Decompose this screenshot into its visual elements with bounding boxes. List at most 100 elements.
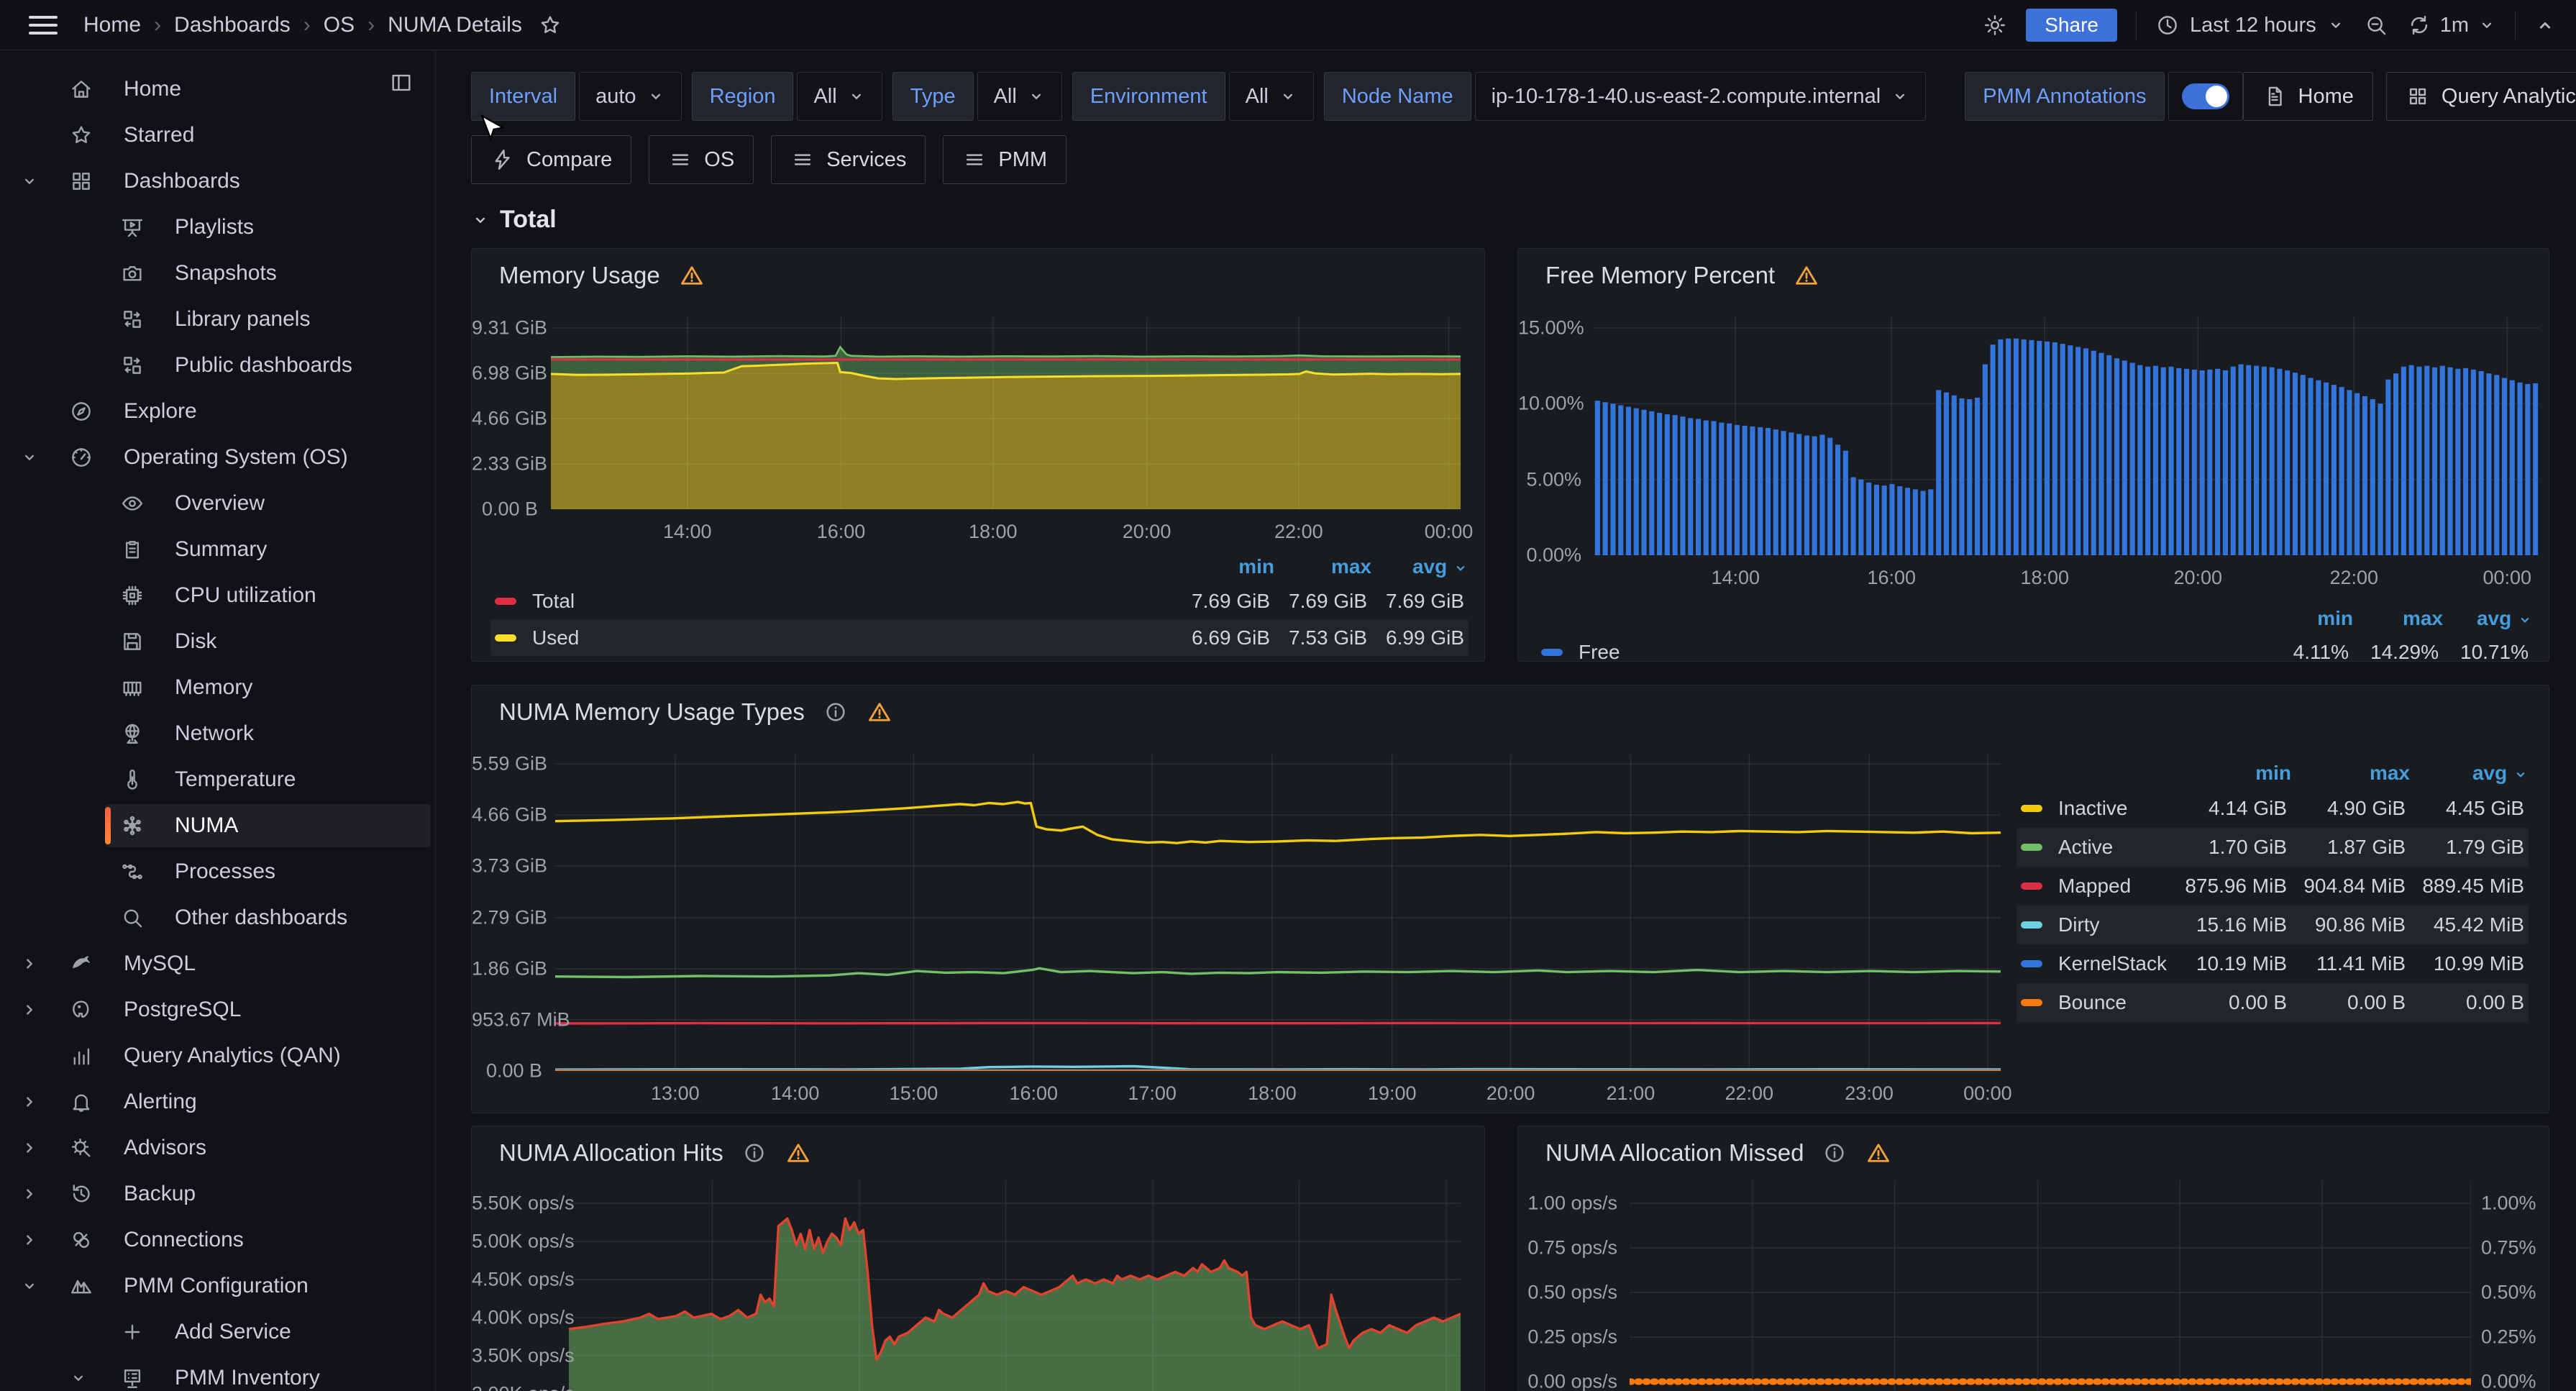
panel-title-memory-usage[interactable]: Memory Usage	[499, 262, 660, 289]
info-icon[interactable]	[823, 700, 848, 724]
filter-label[interactable]: Type	[892, 72, 974, 121]
sidebar-item-home[interactable]: Home	[0, 66, 435, 112]
breadcrumb-item[interactable]: NUMA Details	[388, 13, 522, 37]
chevron-down-icon[interactable]	[20, 172, 39, 191]
legend-sort-avg[interactable]: avg	[1371, 555, 1469, 578]
panel-title-allocation-hits[interactable]: NUMA Allocation Hits	[499, 1139, 723, 1167]
chart-plot-area[interactable]	[551, 317, 1461, 509]
chevron-right-icon[interactable]	[20, 1231, 39, 1249]
legend-series-label[interactable]: Used	[532, 626, 579, 649]
sidebar-item-postgresql[interactable]: PostgreSQL	[0, 987, 435, 1033]
legend-series-label[interactable]: Total	[532, 590, 575, 613]
legend-series-label[interactable]: KernelStack	[2058, 952, 2167, 975]
legend-series-label[interactable]: Free	[1579, 641, 1620, 664]
sidebar-item-numa[interactable]: NUMA	[0, 803, 435, 849]
sidebar-item-summary[interactable]: Summary	[0, 526, 435, 573]
filter-label[interactable]: Node Name	[1324, 72, 1471, 121]
sidebar-item-snapshots[interactable]: Snapshots	[0, 250, 435, 296]
sidebar-item-public-dashboards[interactable]: Public dashboards	[0, 342, 435, 388]
breadcrumb-item[interactable]: OS	[324, 13, 355, 37]
section-total-header[interactable]: Total	[471, 206, 557, 234]
chevron-right-icon[interactable]	[20, 1093, 39, 1111]
time-range-picker[interactable]: Last 12 hours	[2155, 13, 2345, 37]
sidebar-item-query-analytics-qan[interactable]: Query Analytics (QAN)	[0, 1033, 435, 1079]
legend-sort-avg[interactable]: avg	[2410, 762, 2529, 785]
filter-label[interactable]: Interval	[471, 72, 575, 121]
sidebar-item-starred[interactable]: Starred	[0, 112, 435, 158]
sidebar-item-processes[interactable]: Processes	[0, 849, 435, 895]
legend-series-label[interactable]: Mapped	[2058, 875, 2131, 898]
chevron-right-icon[interactable]	[20, 954, 39, 973]
pmm-annotations-toggle[interactable]	[2168, 72, 2243, 121]
sidebar-item-cpu-utilization[interactable]: CPU utilization	[0, 573, 435, 619]
chevron-right-icon[interactable]	[20, 1139, 39, 1157]
warning-icon[interactable]	[679, 263, 705, 288]
legend-sort-max[interactable]: max	[2353, 607, 2443, 630]
chart-plot-area[interactable]	[555, 754, 2001, 1071]
menu-icon[interactable]	[29, 11, 58, 40]
filter-value-dropdown[interactable]: All	[1229, 72, 1314, 121]
info-icon[interactable]	[742, 1141, 767, 1165]
filter-value-dropdown[interactable]: All	[797, 72, 882, 121]
sidebar-item-backup[interactable]: Backup	[0, 1171, 435, 1217]
sidebar-item-pmm-configuration[interactable]: PMM Configuration	[0, 1263, 435, 1309]
share-button[interactable]: Share	[2026, 9, 2117, 42]
filter-value-dropdown[interactable]: ip-10-178-1-40.us-east-2.compute.interna…	[1475, 72, 1927, 121]
sidebar-item-operating-system-os[interactable]: Operating System (OS)	[0, 434, 435, 480]
home-button[interactable]: Home	[2243, 72, 2373, 121]
chart-plot-area[interactable]	[1630, 1180, 2471, 1389]
sidebar-item-alerting[interactable]: Alerting	[0, 1079, 435, 1125]
toggle-switch-on[interactable]	[2182, 83, 2229, 109]
warning-icon[interactable]	[785, 1140, 811, 1166]
legend-sort-max[interactable]: max	[2291, 762, 2410, 785]
dashboard-settings-gear-icon[interactable]	[1983, 13, 2007, 37]
link-button-compare[interactable]: Compare	[471, 135, 631, 184]
zoom-out-icon[interactable]	[2364, 13, 2388, 37]
legend-sort-max[interactable]: max	[1274, 555, 1371, 578]
chevron-down-icon[interactable]	[20, 1277, 39, 1295]
panel-title-allocation-missed[interactable]: NUMA Allocation Missed	[1545, 1139, 1804, 1167]
sidebar-item-playlists[interactable]: Playlists	[0, 204, 435, 250]
sidebar-item-memory[interactable]: Memory	[0, 665, 435, 711]
sidebar-item-dashboards[interactable]: Dashboards	[0, 158, 435, 204]
legend-sort-min[interactable]: min	[2173, 762, 2291, 785]
chart-plot-area[interactable]	[569, 1180, 1461, 1391]
sidebar-item-overview[interactable]: Overview	[0, 480, 435, 526]
link-button-pmm[interactable]: PMM	[943, 135, 1067, 184]
sidebar-item-temperature[interactable]: Temperature	[0, 757, 435, 803]
kiosk-caret-up-icon[interactable]	[2534, 14, 2556, 36]
sidebar-item-add-service[interactable]: Add Service	[0, 1309, 435, 1355]
sidebar-item-disk[interactable]: Disk	[0, 619, 435, 665]
sidebar-item-connections[interactable]: Connections	[0, 1217, 435, 1263]
legend-series-label[interactable]: Bounce	[2058, 991, 2127, 1014]
filter-value-dropdown[interactable]: auto	[579, 72, 681, 121]
filter-label[interactable]: PMM Annotations	[1965, 72, 2164, 121]
refresh-control[interactable]: 1m	[2407, 13, 2496, 37]
chevron-right-icon[interactable]	[20, 1185, 39, 1203]
panel-title-numa-types[interactable]: NUMA Memory Usage Types	[499, 698, 805, 726]
sidebar-item-library-panels[interactable]: Library panels	[0, 296, 435, 342]
warning-icon[interactable]	[1865, 1140, 1891, 1166]
warning-icon[interactable]	[867, 699, 892, 725]
query-analytics-button[interactable]: Query Analytics	[2386, 72, 2576, 121]
legend-sort-min[interactable]: min	[1177, 555, 1274, 578]
legend-sort-min[interactable]: min	[2263, 607, 2353, 630]
link-button-os[interactable]: OS	[649, 135, 754, 184]
chevron-down-icon[interactable]	[20, 448, 39, 467]
filter-label[interactable]: Environment	[1072, 72, 1225, 121]
breadcrumb-item[interactable]: Home	[83, 13, 141, 37]
favorite-star-icon[interactable]	[538, 13, 562, 37]
legend-sort-avg[interactable]: avg	[2443, 607, 2533, 630]
chart-plot-area[interactable]	[1594, 317, 2539, 555]
info-icon[interactable]	[1822, 1141, 1847, 1165]
legend-series-label[interactable]: Dirty	[2058, 913, 2100, 936]
filter-label[interactable]: Region	[692, 72, 794, 121]
sidebar-item-pmm-inventory[interactable]: PMM Inventory	[0, 1355, 435, 1391]
sidebar-item-network[interactable]: Network	[0, 711, 435, 757]
panel-title-free-memory[interactable]: Free Memory Percent	[1545, 262, 1775, 289]
refresh-icon[interactable]	[2407, 13, 2431, 37]
legend-series-label[interactable]: Inactive	[2058, 797, 2128, 820]
chevron-down-icon[interactable]	[69, 1369, 88, 1387]
sidebar-item-explore[interactable]: Explore	[0, 388, 435, 434]
sidebar-item-advisors[interactable]: Advisors	[0, 1125, 435, 1171]
